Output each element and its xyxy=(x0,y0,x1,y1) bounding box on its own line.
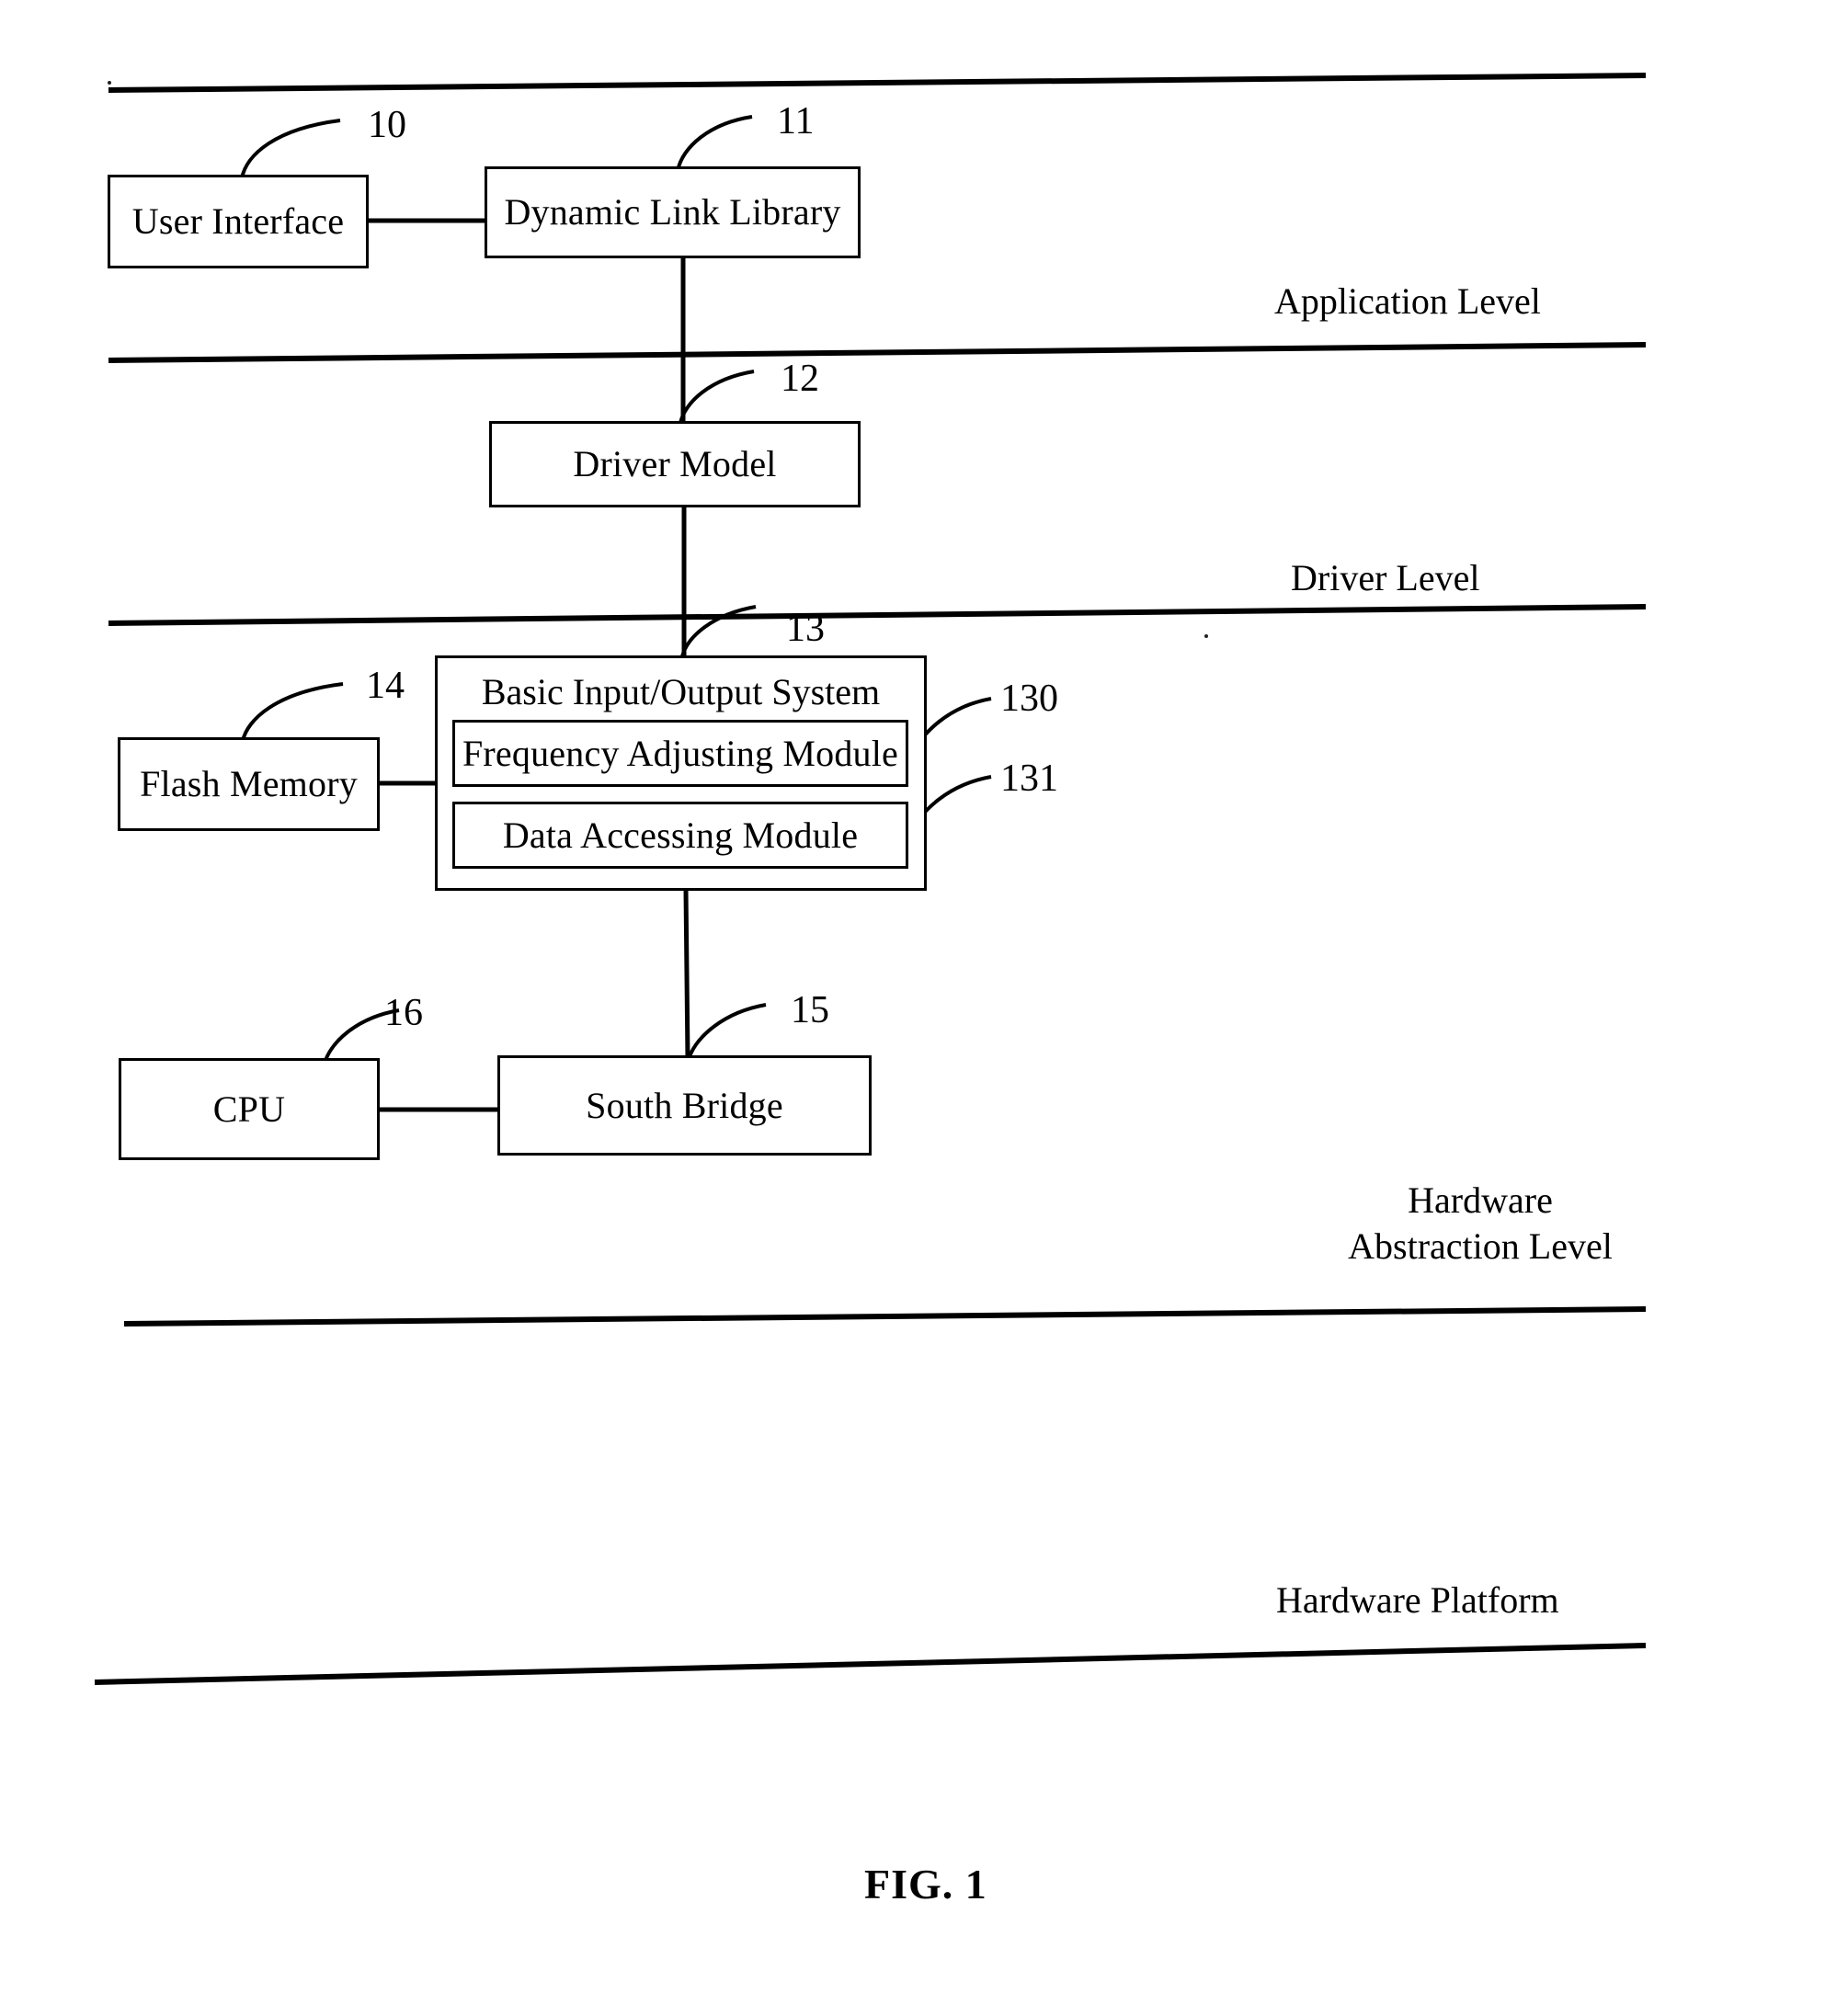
level-label-hardware-abstraction: Hardware Abstraction Level xyxy=(1296,1178,1664,1270)
level-label-hardware-platform: Hardware Platform xyxy=(1276,1579,1559,1621)
block-bios[interactable]: Basic Input/Output System Frequency Adju… xyxy=(435,655,927,891)
patent-figure: User Interface Dynamic Link Library 10 1… xyxy=(0,0,1848,1993)
block-cpu[interactable]: CPU xyxy=(119,1058,380,1160)
block-bios-label: Basic Input/Output System xyxy=(481,671,881,712)
leader-curve-10 xyxy=(240,119,341,179)
leader-curve-12 xyxy=(679,370,755,424)
divider-bottom xyxy=(94,1643,1647,1685)
block-south-bridge[interactable]: South Bridge xyxy=(497,1055,872,1156)
ref-number-13: 13 xyxy=(786,608,825,650)
leader-curve-11 xyxy=(676,115,753,172)
ref-number-16: 16 xyxy=(384,992,423,1034)
leader-curve-15 xyxy=(687,1003,767,1060)
block-cpu-label: CPU xyxy=(212,1088,286,1130)
leader-curve-14 xyxy=(241,682,344,742)
connector-bios-to-south-bridge xyxy=(683,889,690,1060)
block-user-interface-label: User Interface xyxy=(131,200,345,242)
block-frequency-adjusting-module-label: Frequency Adjusting Module xyxy=(462,732,899,774)
block-driver-model-label: Driver Model xyxy=(573,443,777,484)
level-label-application: Application Level xyxy=(1274,280,1541,322)
ref-number-15: 15 xyxy=(791,989,829,1031)
divider-hardware-abstraction-platform xyxy=(123,1306,1647,1327)
block-data-accessing-module-label: Data Accessing Module xyxy=(502,814,859,856)
divider-application-driver xyxy=(108,342,1647,363)
level-label-driver: Driver Level xyxy=(1291,557,1480,598)
diagram-line-layer xyxy=(94,73,1647,1685)
block-frequency-adjusting-module[interactable]: Frequency Adjusting Module xyxy=(452,720,908,787)
scan-speck xyxy=(1204,634,1208,638)
level-label-hardware-abstraction-line2: Abstraction Level xyxy=(1348,1225,1613,1267)
block-user-interface[interactable]: User Interface xyxy=(108,175,369,268)
level-label-hardware-abstraction-line1: Hardware xyxy=(1408,1179,1553,1221)
ref-number-130: 130 xyxy=(1000,678,1058,720)
ref-number-131: 131 xyxy=(1000,757,1058,800)
ref-number-12: 12 xyxy=(781,358,819,400)
block-south-bridge-label: South Bridge xyxy=(586,1084,783,1126)
block-data-accessing-module[interactable]: Data Accessing Module xyxy=(452,802,908,869)
block-flash-memory[interactable]: Flash Memory xyxy=(118,737,380,831)
ref-number-14: 14 xyxy=(366,665,405,707)
block-driver-model[interactable]: Driver Model xyxy=(489,421,861,507)
divider-top xyxy=(108,73,1647,93)
figure-caption: FIG. 1 xyxy=(864,1861,987,1908)
ref-number-10: 10 xyxy=(368,104,406,146)
divider-driver-hardware-abstraction xyxy=(108,604,1647,626)
block-flash-memory-label: Flash Memory xyxy=(140,763,358,804)
scan-speck xyxy=(108,81,111,85)
block-dynamic-link-library[interactable]: Dynamic Link Library xyxy=(485,166,861,258)
ref-number-11: 11 xyxy=(777,100,815,142)
block-dynamic-link-library-label: Dynamic Link Library xyxy=(504,191,841,233)
